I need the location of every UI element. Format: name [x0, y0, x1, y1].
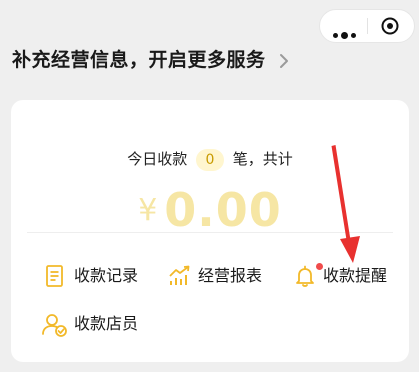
- total-label: 笔，共计: [232, 150, 293, 168]
- today-collection-label: 今日收款: [127, 150, 188, 168]
- menu-item-collection-records[interactable]: 收款记录: [44, 262, 154, 290]
- bell-icon: [296, 265, 314, 287]
- menu-item-collection-staff[interactable]: 收款店员: [41, 310, 151, 338]
- more-button[interactable]: [320, 10, 367, 42]
- card-divider: [27, 232, 393, 233]
- trend-chart-icon: [169, 265, 190, 285]
- amount-value: 0.00: [164, 183, 282, 237]
- collection-card: 今日收款 0 笔，共计 ¥0.00 收款记录 经营报表 收款提醒 收款店员: [11, 100, 409, 362]
- mini-program-capsule: [319, 9, 415, 43]
- staff-user-icon: [42, 314, 67, 337]
- menu-label: 收款记录: [74, 266, 139, 285]
- collection-count-badge: 0: [196, 148, 224, 171]
- complete-info-text: 补充经营信息，开启更多服务: [12, 49, 266, 71]
- complete-info-banner[interactable]: 补充经营信息，开启更多服务: [12, 46, 289, 74]
- menu-item-business-report[interactable]: 经营报表: [168, 262, 278, 290]
- total-amount: ¥0.00: [11, 180, 409, 240]
- menu-label: 收款提醒: [323, 266, 388, 285]
- receipt-document-icon: [46, 265, 63, 287]
- today-collection-summary: 今日收款 0 笔，共计: [11, 147, 409, 171]
- menu-label: 收款店员: [74, 314, 139, 333]
- notification-dot: [316, 263, 323, 270]
- more-dots-icon: [333, 23, 359, 42]
- menu-label: 经营报表: [198, 266, 263, 285]
- currency-symbol: ¥: [138, 193, 159, 228]
- chevron-right-icon: [279, 53, 288, 68]
- menu-item-collection-reminder[interactable]: 收款提醒: [293, 262, 403, 290]
- close-button[interactable]: [368, 10, 414, 42]
- target-icon: [381, 17, 399, 35]
